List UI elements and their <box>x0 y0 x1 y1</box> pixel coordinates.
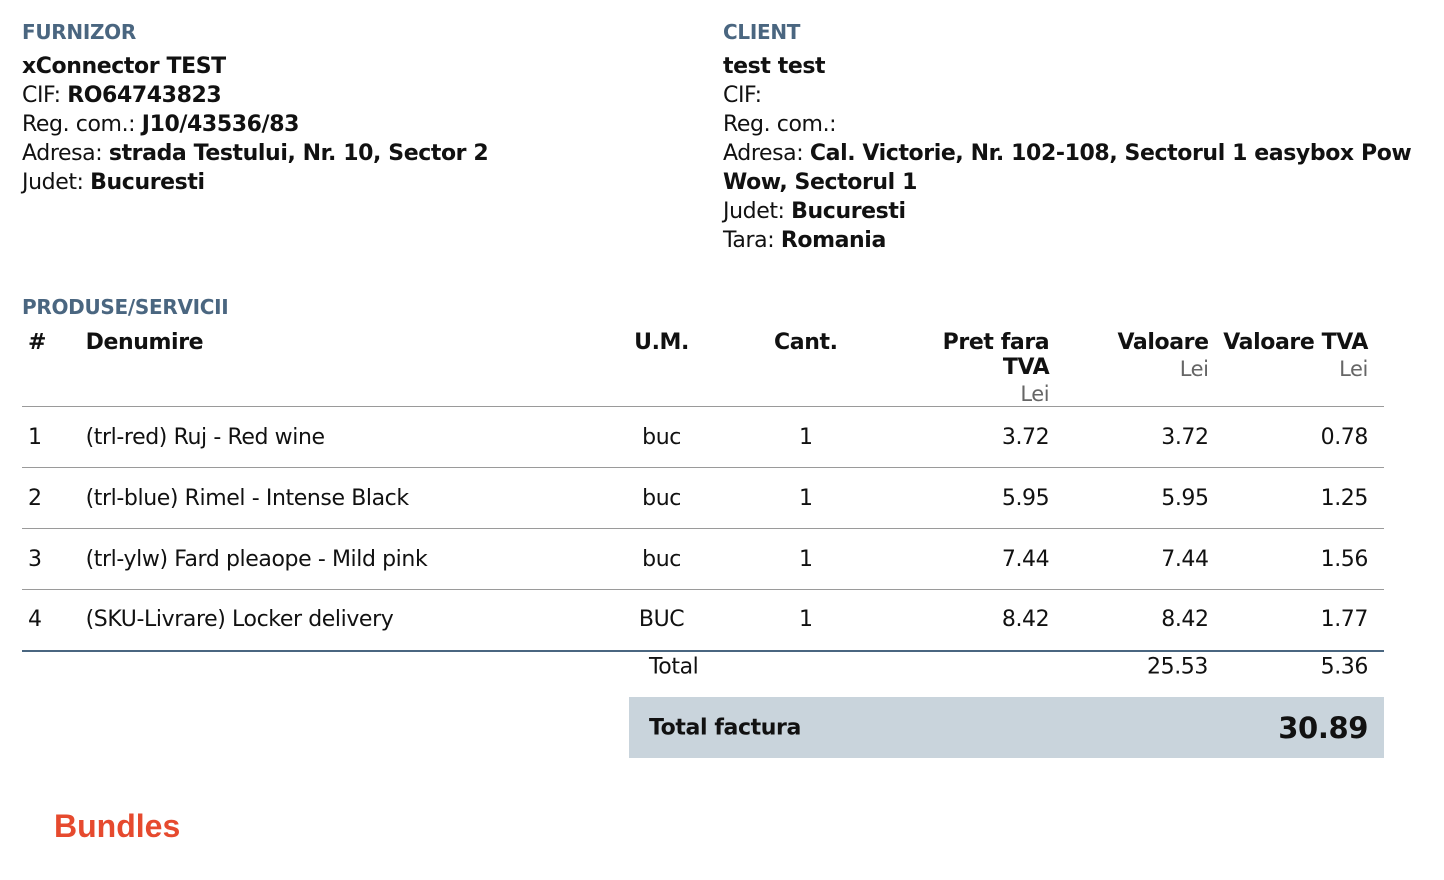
row-um: buc <box>642 424 681 450</box>
client-section-label: CLIENT <box>723 20 801 44</box>
products-table: # Denumire U.M. Cant. Pret fara TVA Lei … <box>22 324 1384 652</box>
bundles-heading: Bundles <box>54 808 181 844</box>
total-value: 25.53 <box>1147 654 1208 679</box>
row-value: 5.95 <box>1161 485 1209 511</box>
client-county-label: Judet: <box>723 199 785 224</box>
header-qty: Cant. <box>774 330 838 355</box>
client-county-value: Bucuresti <box>791 199 906 224</box>
row-price: 7.44 <box>1001 546 1050 572</box>
products-header-row: # Denumire U.M. Cant. Pret fara TVA Lei … <box>22 324 1384 407</box>
supplier-name: xConnector TEST <box>22 54 226 79</box>
client-cif-label: CIF: <box>723 83 762 108</box>
row-price: 3.72 <box>1001 424 1050 450</box>
header-value-label: Valoare <box>1117 330 1209 355</box>
total-vat: 5.36 <box>1320 654 1369 679</box>
row-qty: 1 <box>798 424 813 450</box>
table-row: 2 (trl-blue) Rimel - Intense Black buc 1… <box>22 468 1384 529</box>
supplier-county-label: Judet: <box>22 170 84 195</box>
row-um: buc <box>642 546 681 572</box>
table-row: 1 (trl-red) Ruj - Red wine buc 1 3.72 3.… <box>22 407 1384 468</box>
client-country: Tara: Romania <box>723 226 1383 255</box>
header-name: Denumire <box>85 330 204 355</box>
invoice-total-value: 30.89 <box>1278 710 1368 745</box>
supplier-cif-value: RO64743823 <box>67 83 222 108</box>
invoice-total-label: Total factura <box>649 715 801 740</box>
supplier-section-label: FURNIZOR <box>22 20 136 44</box>
supplier-reg-label: Reg. com.: <box>22 112 136 137</box>
row-vat: 1.56 <box>1320 546 1369 572</box>
client-reg: Reg. com.: <box>723 110 1383 139</box>
row-um: buc <box>642 485 681 511</box>
client-country-label: Tara: <box>723 228 775 253</box>
supplier-reg: Reg. com.: J10/43536/83 <box>22 110 488 139</box>
row-num: 4 <box>28 607 42 633</box>
total-label: Total <box>649 654 699 679</box>
header-vat-currency: Lei <box>1339 357 1368 381</box>
products-section-label: PRODUSE/SERVICII <box>22 295 229 319</box>
row-name: (SKU-Livrare) Locker delivery <box>85 607 394 633</box>
supplier-cif-label: CIF: <box>22 83 61 108</box>
header-price: Pret fara TVA Lei <box>890 324 1050 407</box>
row-value: 7.44 <box>1161 546 1209 572</box>
client-name: test test <box>723 54 826 79</box>
header-price-currency: Lei <box>1020 382 1050 406</box>
client-reg-label: Reg. com.: <box>723 112 837 137</box>
supplier-county-value: Bucuresti <box>90 170 205 195</box>
header-vat-label: Valoare TVA <box>1223 330 1368 355</box>
client-cif: CIF: <box>723 81 1383 110</box>
client-block: test test CIF: Reg. com.: Adresa: Cal. V… <box>723 52 1412 255</box>
row-qty: 1 <box>798 546 813 572</box>
client-address-cont: Wow, Sectorul 1 <box>723 168 1383 197</box>
supplier-cif: CIF: RO64743823 <box>22 81 488 110</box>
row-num: 3 <box>28 546 42 572</box>
supplier-address: Adresa: strada Testului, Nr. 10, Sector … <box>22 139 489 168</box>
table-row: 3 (trl-ylw) Fard pleaope - Mild pink buc… <box>22 529 1384 590</box>
supplier-block: xConnector TEST CIF: RO64743823 Reg. com… <box>22 52 489 197</box>
supplier-address-value: strada Testului, Nr. 10, Sector 2 <box>108 141 489 166</box>
supplier-address-label: Adresa: <box>22 141 103 166</box>
row-name: (trl-blue) Rimel - Intense Black <box>85 485 409 511</box>
total-row: Total 25.53 5.36 <box>629 636 1384 697</box>
row-price: 5.95 <box>1001 485 1050 511</box>
invoice-total-row: Total factura 30.89 <box>629 697 1384 758</box>
header-value: Valoare Lei <box>1049 324 1209 407</box>
row-value: 3.72 <box>1161 424 1209 450</box>
row-vat: 0.78 <box>1320 424 1369 450</box>
row-qty: 1 <box>798 485 813 511</box>
supplier-county: Judet: Bucuresti <box>22 168 488 197</box>
header-vat: Valoare TVA Lei <box>1209 324 1384 407</box>
client-country-value: Romania <box>780 228 886 253</box>
client-address-line2: Wow, Sectorul 1 <box>723 170 917 195</box>
row-name: (trl-red) Ruj - Red wine <box>85 424 325 450</box>
header-price-label: Pret fara TVA <box>942 330 1050 380</box>
row-name: (trl-ylw) Fard pleaope - Mild pink <box>85 546 428 572</box>
client-county: Judet: Bucuresti <box>723 197 1383 226</box>
client-address-label: Adresa: <box>723 141 804 166</box>
header-value-currency: Lei <box>1179 357 1209 381</box>
row-num: 2 <box>28 485 42 511</box>
client-address: Adresa: Cal. Victorie, Nr. 102-108, Sect… <box>723 139 1412 168</box>
client-address-line1: Cal. Victorie, Nr. 102-108, Sectorul 1 e… <box>809 141 1412 166</box>
header-um: U.M. <box>634 330 689 355</box>
header-num: # <box>28 330 47 355</box>
supplier-reg-value: J10/43536/83 <box>141 112 300 137</box>
row-vat: 1.25 <box>1320 485 1369 511</box>
row-num: 1 <box>28 424 42 450</box>
